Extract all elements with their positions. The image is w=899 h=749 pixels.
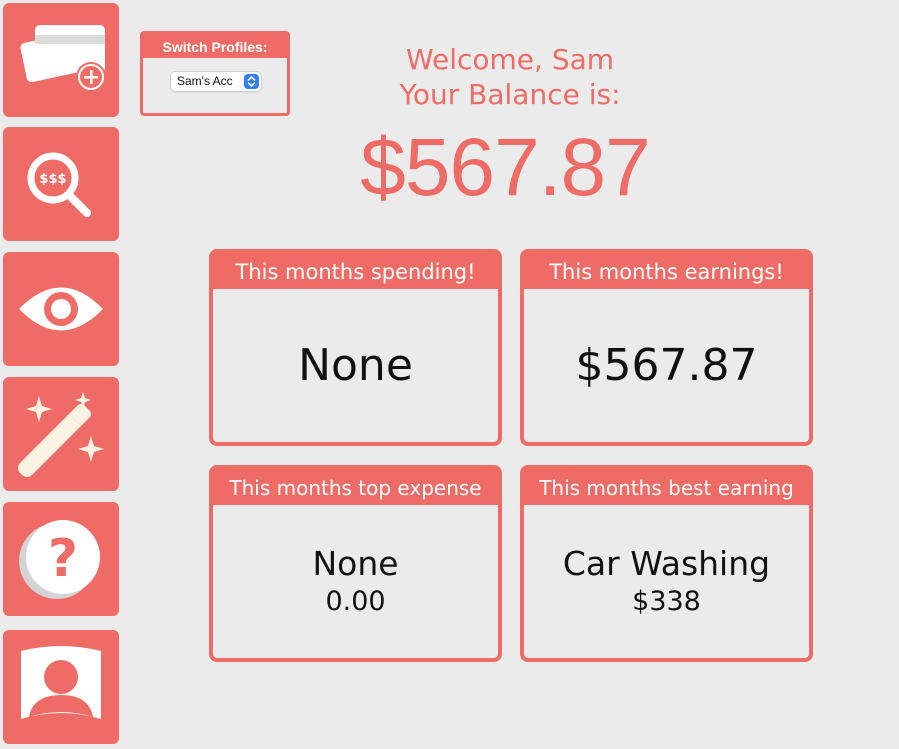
welcome-text: Welcome, Sam — [405, 43, 615, 76]
top-expense-amount: 0.00 — [325, 585, 386, 617]
profile-icon — [21, 646, 101, 719]
switch-profile-title: Switch Profiles: — [143, 34, 287, 58]
top-expense-card-title: This months top expense — [213, 469, 498, 505]
magic-wand-button[interactable] — [3, 377, 119, 491]
earnings-card: This months earnings! $567.87 — [520, 249, 813, 446]
spending-card-title: This months spending! — [213, 253, 498, 289]
help-icon: ? — [19, 520, 100, 599]
spending-card: This months spending! None — [209, 249, 502, 446]
help-question-mark: ? — [48, 529, 78, 589]
magic-wand-icon — [18, 392, 104, 477]
best-earning-card-title: This months best earning — [524, 469, 809, 505]
sidebar: $$$ ? — [0, 0, 126, 749]
earnings-value: $567.87 — [575, 339, 758, 391]
help-button[interactable]: ? — [3, 502, 119, 616]
best-earning-amount: $338 — [632, 585, 701, 617]
earnings-card-title: This months earnings! — [524, 253, 809, 289]
balance-value: $567.87 — [360, 122, 650, 213]
balance-label: Your Balance is: — [399, 78, 621, 111]
best-earning-card: This months best earning Car Washing $33… — [520, 465, 813, 662]
add-card-button[interactable] — [3, 3, 119, 117]
switch-profile-panel: Switch Profiles: Sam's Acc — [140, 31, 290, 116]
spending-value: None — [298, 339, 413, 391]
profile-select-value: Sam's Acc — [177, 74, 233, 88]
eye-icon — [19, 287, 103, 331]
top-expense-value: None — [312, 543, 399, 583]
top-expense-card: This months top expense None 0.00 — [209, 465, 502, 662]
search-money-label: $$$ — [39, 172, 66, 187]
search-money-icon: $$$ — [27, 152, 91, 217]
search-money-button[interactable]: $$$ — [3, 127, 119, 241]
profile-select[interactable]: Sam's Acc — [171, 72, 261, 91]
best-earning-value: Car Washing — [562, 543, 771, 583]
add-card-icon — [20, 25, 106, 92]
profile-button[interactable] — [3, 630, 119, 744]
select-stepper-icon[interactable] — [244, 74, 259, 89]
eye-button[interactable] — [3, 252, 119, 366]
